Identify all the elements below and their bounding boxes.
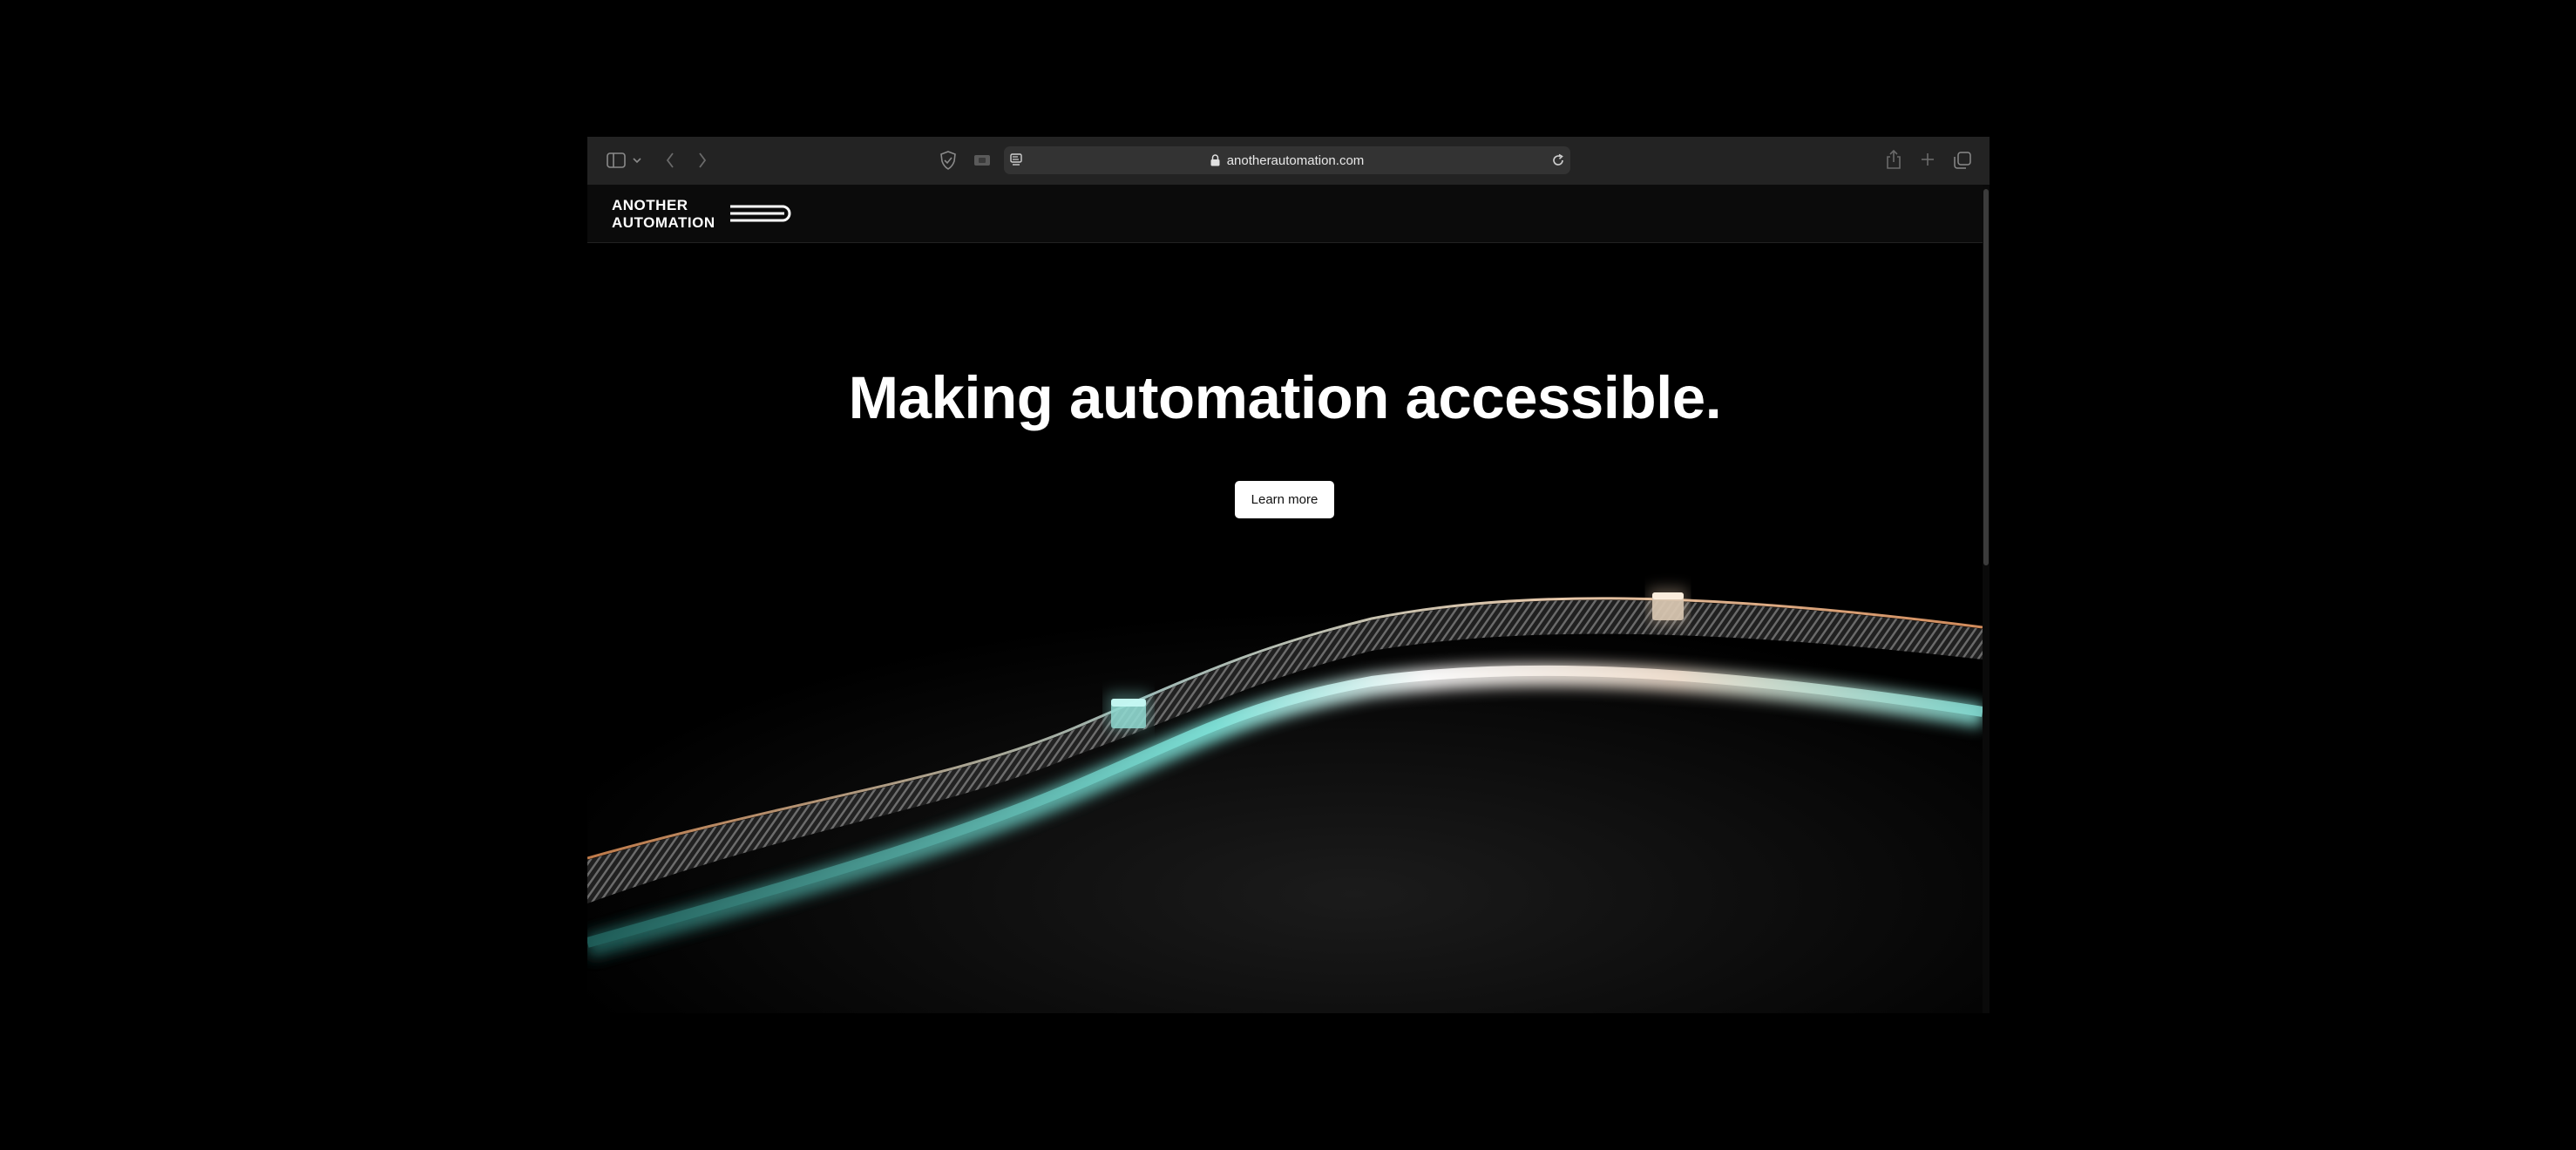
hero-title: Making automation accessible. (848, 364, 1722, 431)
scrollbar-thumb[interactable] (1983, 189, 1989, 565)
browser-window: anotherautomation.com ANOTHER AUTOMATION… (587, 137, 1990, 1013)
privacy-shield-icon[interactable] (939, 151, 958, 170)
sidebar-toggle-icon[interactable] (607, 152, 626, 169)
logo-text-top: ANOTHER (612, 197, 688, 213)
package-box-teal (1107, 693, 1150, 729)
back-icon[interactable] (664, 151, 676, 170)
url-display[interactable]: anotherautomation.com (1004, 146, 1570, 174)
tab-overview-icon[interactable] (1953, 151, 1972, 170)
lock-icon (1210, 154, 1220, 166)
reload-icon[interactable] (1551, 153, 1565, 167)
url-text: anotherautomation.com (1226, 152, 1365, 168)
logo[interactable]: ANOTHER AUTOMATION (610, 197, 793, 230)
site-header: ANOTHER AUTOMATION (587, 185, 1983, 243)
forward-icon[interactable] (696, 151, 708, 170)
page-content: ANOTHER AUTOMATION Making automation acc… (587, 185, 1983, 1013)
new-tab-icon[interactable] (1920, 152, 1935, 167)
address-bar[interactable]: anotherautomation.com (1004, 146, 1570, 174)
package-box-warm (1649, 588, 1687, 623)
scrollbar[interactable] (1983, 185, 1990, 1013)
share-icon[interactable] (1885, 149, 1902, 170)
conveyor-illustration (587, 538, 1983, 1013)
browser-toolbar: anotherautomation.com (587, 137, 1990, 185)
learn-more-button[interactable]: Learn more (1235, 481, 1334, 518)
chevron-down-icon[interactable] (632, 156, 642, 165)
logo-text-bottom: AUTOMATION (612, 214, 715, 230)
extension-icon[interactable] (973, 153, 992, 167)
